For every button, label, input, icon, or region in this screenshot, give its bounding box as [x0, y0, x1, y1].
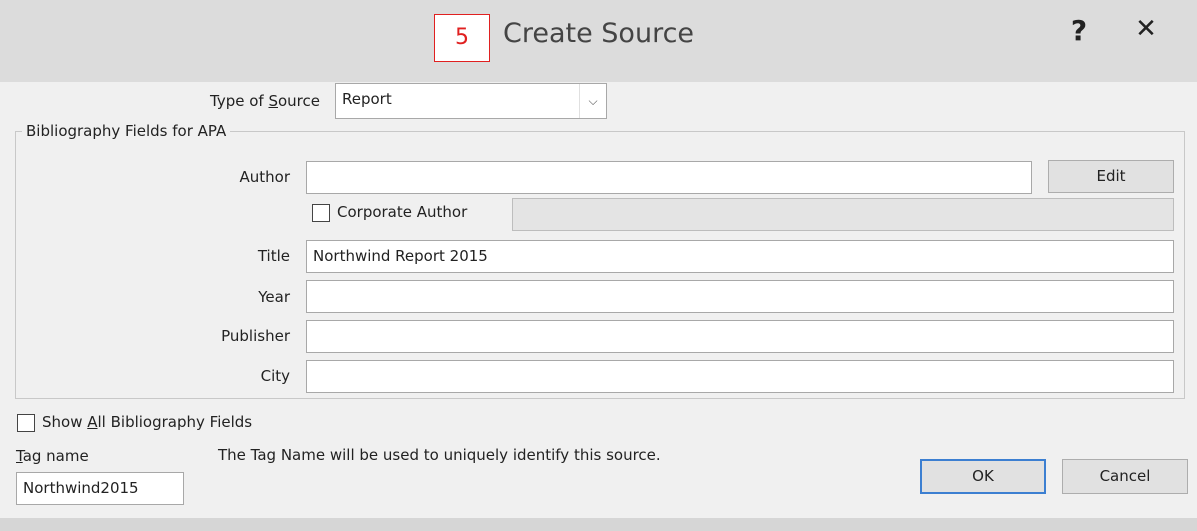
- type-of-source-label-accel: S: [268, 92, 278, 110]
- bottom-edge: [0, 518, 1197, 531]
- corporate-author-checkbox[interactable]: [312, 204, 330, 222]
- cancel-button[interactable]: Cancel: [1062, 459, 1188, 494]
- year-input[interactable]: [306, 280, 1174, 313]
- ok-button[interactable]: OK: [920, 459, 1046, 494]
- tag-name-label: Tag name: [16, 447, 89, 465]
- type-of-source-label: Type of Source: [160, 92, 320, 110]
- chevron-down-icon[interactable]: ⌵: [579, 84, 606, 118]
- type-of-source-value: Report: [342, 90, 392, 108]
- show-all-checkbox[interactable]: [17, 414, 35, 432]
- help-icon[interactable]: ?: [1063, 14, 1095, 48]
- tag-note: The Tag Name will be used to uniquely id…: [218, 446, 661, 464]
- tag-name-input[interactable]: Northwind2015: [16, 472, 184, 505]
- title-input[interactable]: Northwind Report 2015: [306, 240, 1174, 273]
- city-label: City: [260, 367, 290, 385]
- show-all-label: Show All Bibliography Fields: [42, 413, 252, 431]
- publisher-label: Publisher: [221, 327, 290, 345]
- edit-button[interactable]: Edit: [1048, 160, 1174, 193]
- group-label: Bibliography Fields for APA: [22, 122, 231, 140]
- corporate-author-label: Corporate Author: [337, 203, 468, 221]
- show-all-label-accel: A: [87, 413, 98, 431]
- step-badge: 5: [434, 14, 490, 62]
- type-of-source-select[interactable]: Report ⌵: [335, 83, 607, 119]
- show-all-label-post: ll Bibliography Fields: [97, 413, 253, 431]
- type-of-source-label-pre: Type of: [210, 92, 269, 110]
- title-label: Title: [257, 247, 290, 265]
- close-icon[interactable]: ✕: [1128, 14, 1164, 48]
- year-label: Year: [258, 288, 290, 306]
- dialog-title: Create Source: [503, 18, 695, 49]
- publisher-input[interactable]: [306, 320, 1174, 353]
- tag-name-label-accel: T: [16, 447, 23, 465]
- type-of-source-label-post: ource: [278, 92, 320, 110]
- author-label: Author: [239, 168, 290, 186]
- show-all-label-pre: Show: [42, 413, 88, 431]
- tag-name-label-post: ag name: [22, 447, 89, 465]
- author-input[interactable]: [306, 161, 1032, 194]
- city-input[interactable]: [306, 360, 1174, 393]
- corporate-author-input[interactable]: [512, 198, 1174, 231]
